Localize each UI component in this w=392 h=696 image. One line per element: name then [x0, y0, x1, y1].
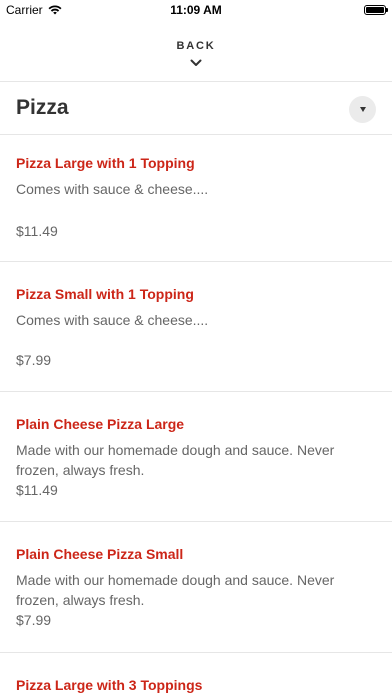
menu-item[interactable]: Pizza Large with 3 Toppings: [0, 653, 392, 696]
menu-item-description: Comes with sauce & cheese....: [16, 181, 209, 197]
menu-item-name: Plain Cheese Pizza Large: [16, 416, 185, 432]
back-label: BACK: [176, 40, 216, 52]
menu-item[interactable]: Plain Cheese Pizza Small Made with our h…: [0, 522, 392, 652]
menu-item-price: $7.99: [16, 352, 52, 368]
menu-item-description: Made with our homemade dough and sauce. …: [16, 442, 335, 478]
menu-item[interactable]: Pizza Small with 1 Topping Comes with sa…: [0, 262, 392, 391]
chevron-down-icon: [190, 59, 202, 66]
section-header: Pizza: [0, 82, 392, 135]
menu-item-description: Made with our homemade dough and sauce. …: [16, 572, 335, 608]
menu-item-price: $11.49: [16, 482, 58, 498]
menu-item-name: Pizza Small with 1 Topping: [16, 286, 194, 302]
battery-icon: [364, 5, 388, 15]
status-time: 11:09 AM: [170, 3, 222, 17]
caret-down-icon: [359, 107, 366, 112]
section-title: Pizza: [16, 96, 69, 119]
menu-item-name: Plain Cheese Pizza Small: [16, 546, 184, 562]
menu-item-price: $7.99: [16, 612, 52, 628]
menu-item[interactable]: Pizza Large with 1 Topping Comes with sa…: [0, 135, 392, 261]
collapse-toggle-button[interactable]: [349, 96, 376, 123]
menu-item-name: Pizza Large with 1 Topping: [16, 155, 195, 171]
back-button[interactable]: BACK: [0, 36, 392, 67]
menu-item[interactable]: Plain Cheese Pizza Large Made with our h…: [0, 392, 392, 521]
menu-item-price: $11.49: [16, 223, 58, 239]
status-bar: Carrier 11:09 AM: [0, 0, 392, 22]
menu-item-description: Comes with sauce & cheese....: [16, 312, 209, 328]
menu-item-name: Pizza Large with 3 Toppings: [16, 677, 203, 693]
